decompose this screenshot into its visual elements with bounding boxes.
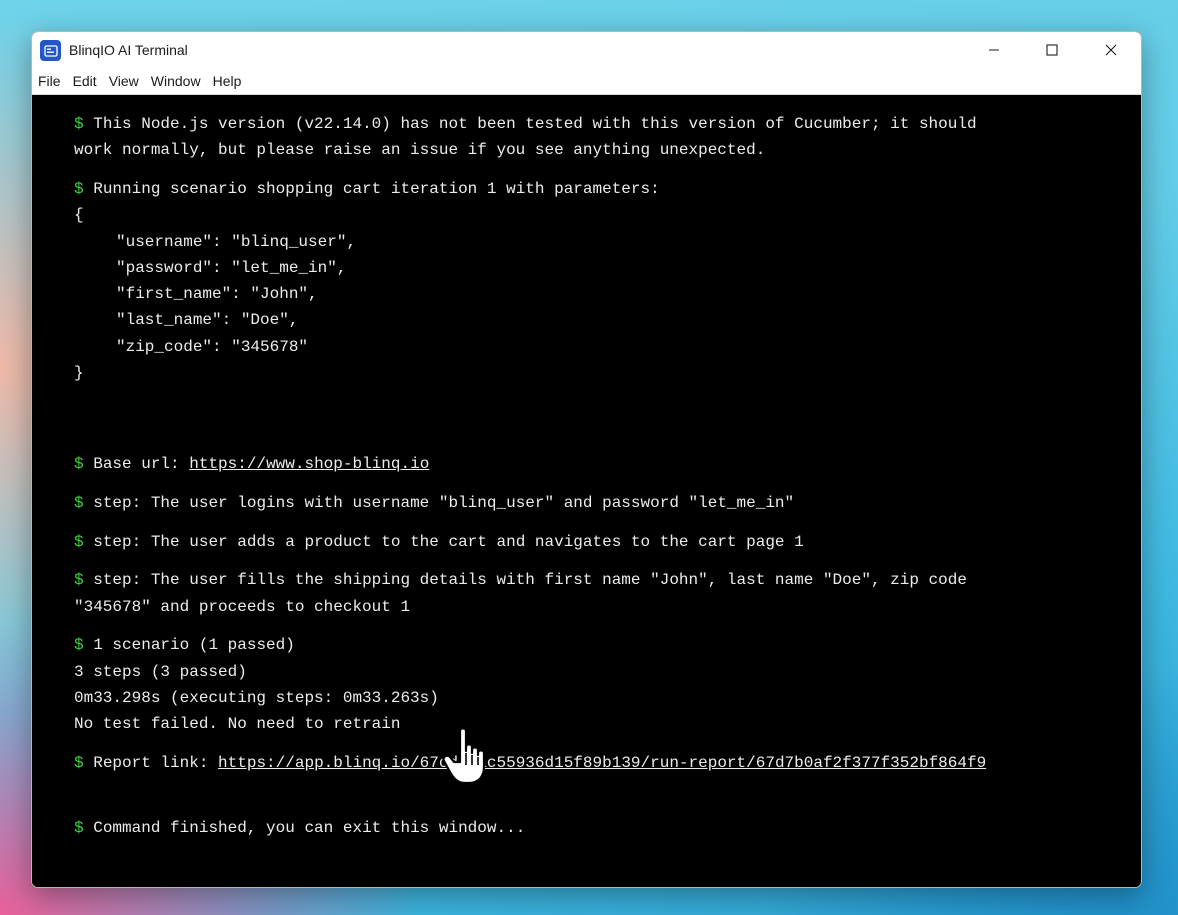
base-url-line: $ Base url: https://www.shop-blinq.io bbox=[74, 455, 430, 473]
close-icon bbox=[1105, 44, 1117, 56]
menu-bar: File Edit View Window Help bbox=[32, 68, 1141, 95]
prompt-symbol: $ bbox=[74, 180, 84, 198]
prompt-symbol: $ bbox=[74, 494, 84, 512]
step-line-cont: "345678" and proceeds to checkout 1 bbox=[74, 598, 411, 616]
step-line: $ step: The user logins with username "b… bbox=[74, 494, 795, 512]
report-link[interactable]: https://app.blinq.io/67cd87ac55936d15f89… bbox=[218, 754, 986, 772]
base-url-link[interactable]: https://www.shop-blinq.io bbox=[189, 455, 429, 473]
param-line: "last_name": "Doe", bbox=[116, 311, 299, 329]
param-line: "zip_code": "345678" bbox=[116, 338, 309, 356]
prompt-symbol: $ bbox=[74, 819, 84, 837]
brace-open: { bbox=[74, 206, 84, 224]
close-button[interactable] bbox=[1082, 32, 1140, 68]
prompt-symbol: $ bbox=[74, 636, 84, 654]
param-line: "password": "let_me_in", bbox=[116, 259, 347, 277]
finished-line: $ Command finished, you can exit this wi… bbox=[74, 819, 526, 837]
summary-line: $ 1 scenario (1 passed) bbox=[74, 636, 295, 654]
menu-view[interactable]: View bbox=[103, 73, 145, 89]
param-line: "username": "blinq_user", bbox=[116, 233, 357, 251]
step-line: $ step: The user fills the shipping deta… bbox=[74, 571, 967, 589]
menu-file[interactable]: File bbox=[32, 73, 67, 89]
prompt-symbol: $ bbox=[74, 533, 84, 551]
prompt-symbol: $ bbox=[74, 571, 84, 589]
title-bar[interactable]: BlinqIO AI Terminal bbox=[32, 32, 1141, 68]
maximize-icon bbox=[1046, 44, 1058, 56]
summary-line: 3 steps (3 passed) bbox=[74, 663, 247, 681]
window-title: BlinqIO AI Terminal bbox=[69, 42, 188, 58]
prompt-symbol: $ bbox=[74, 754, 84, 772]
app-icon bbox=[40, 40, 61, 61]
maximize-button[interactable] bbox=[1023, 32, 1081, 68]
warning-line-cont: work normally, but please raise an issue… bbox=[74, 141, 766, 159]
terminal-window: BlinqIO AI Terminal File Edit View Windo… bbox=[31, 31, 1142, 888]
hand-pointer-icon bbox=[442, 727, 486, 785]
minimize-icon bbox=[989, 49, 999, 51]
brace-close: } bbox=[74, 364, 84, 382]
report-line: $ Report link: https://app.blinq.io/67cd… bbox=[74, 754, 987, 772]
warning-line: $ This Node.js version (v22.14.0) has no… bbox=[74, 115, 977, 133]
minimize-button[interactable] bbox=[965, 32, 1023, 68]
running-line: $ Running scenario shopping cart iterati… bbox=[74, 180, 660, 198]
terminal-output[interactable]: $ This Node.js version (v22.14.0) has no… bbox=[32, 95, 1141, 887]
prompt-symbol: $ bbox=[74, 115, 84, 133]
menu-help[interactable]: Help bbox=[207, 73, 248, 89]
summary-line: No test failed. No need to retrain bbox=[74, 715, 401, 733]
summary-line: 0m33.298s (executing steps: 0m33.263s) bbox=[74, 689, 439, 707]
prompt-symbol: $ bbox=[74, 455, 84, 473]
step-line: $ step: The user adds a product to the c… bbox=[74, 533, 804, 551]
menu-edit[interactable]: Edit bbox=[67, 73, 103, 89]
param-line: "first_name": "John", bbox=[116, 285, 318, 303]
menu-window[interactable]: Window bbox=[145, 73, 207, 89]
